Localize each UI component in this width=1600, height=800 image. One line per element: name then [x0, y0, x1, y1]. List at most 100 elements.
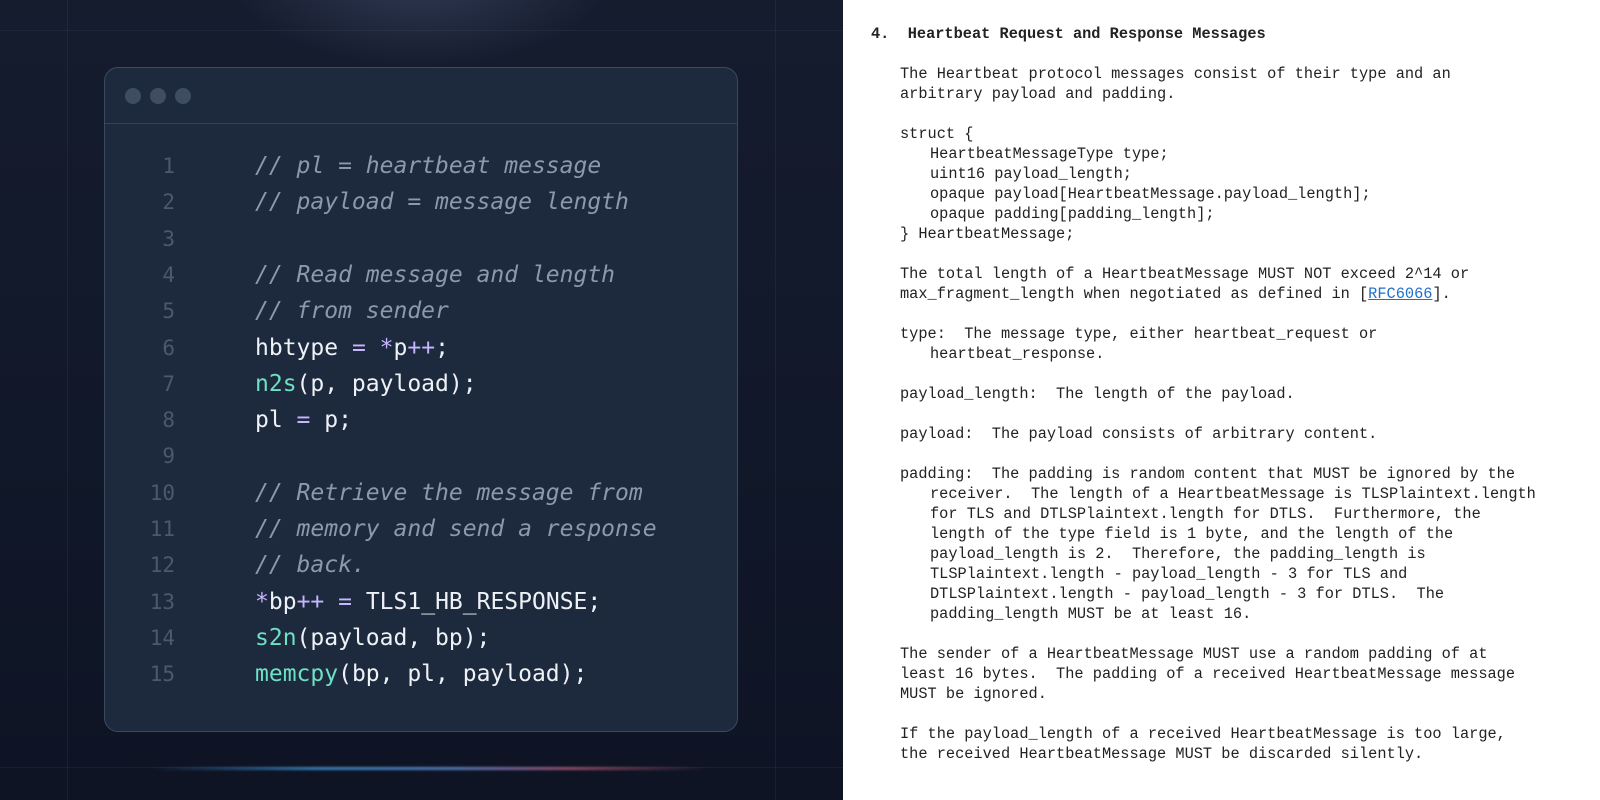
code-panel: 1 // pl = heartbeat message 2 // payload = … [0, 0, 843, 800]
code-line: 14 s2n(payload, bp); [105, 620, 735, 656]
line-number: 10 [149, 480, 175, 505]
code-line: 12 // back. [105, 547, 735, 583]
code-line: 8 pl = p; [105, 402, 735, 438]
code-line: 1 // pl = heartbeat message [105, 148, 735, 184]
doc-text: If the payload_length of a received Hear… [900, 725, 1506, 743]
code-token-op: = [296, 407, 311, 434]
doc-text: TLSPlaintext.length - payload_length - 3… [930, 565, 1408, 583]
doc-text: The sender of a HeartbeatMessage MUST us… [900, 645, 1488, 663]
doc-text: padding_length MUST be at least 16. [930, 605, 1252, 623]
doc-line: max_fragment_length when negotiated as d… [900, 284, 1451, 304]
doc-line: padding: The padding is random content t… [900, 464, 1515, 484]
code-token-op: ++ [407, 334, 436, 361]
code-text: *bp++ = TLS1_HB_RESPONSE; [255, 584, 601, 620]
code-token-plain: pl [255, 407, 297, 434]
line-number: 14 [149, 625, 175, 650]
code-token-comment: // Retrieve the message from [255, 479, 643, 506]
doc-line: for TLS and DTLSPlaintext.length for DTL… [930, 504, 1481, 524]
code-token-comment: // memory and send a response [255, 516, 657, 542]
doc-text: The total length of a HeartbeatMessage M… [900, 265, 1470, 283]
code-line: 11 // memory and send a response [105, 511, 735, 547]
code-token-op: = [338, 588, 352, 615]
doc-text: length of the type field is 1 byte, and … [930, 525, 1454, 543]
code-token-plain: (payload, bp); [296, 624, 491, 651]
doc-line: payload_length: The length of the payloa… [900, 384, 1295, 404]
doc-text: the received HeartbeatMessage MUST be di… [900, 745, 1424, 763]
code-line: 9 [105, 438, 735, 474]
code-text: // from sender [255, 293, 449, 329]
line-number: 5 [162, 299, 175, 324]
doc-line: The total length of a HeartbeatMessage M… [900, 264, 1469, 284]
doc-text: uint16 payload_length; [930, 165, 1132, 183]
doc-text: least 16 bytes. The padding of a receive… [900, 665, 1516, 683]
line-number: 6 [162, 335, 175, 360]
doc-line: padding_length MUST be at least 16. [930, 604, 1251, 624]
code-line: 10 // Retrieve the message from [105, 475, 735, 511]
code-token-comment: // payload = message length [255, 189, 629, 216]
code-token-fn: s2n [255, 624, 297, 651]
doc-text: max_fragment_length when negotiated as d… [900, 285, 1369, 303]
line-number: 15 [149, 662, 175, 687]
code-text: // Retrieve the message from [255, 475, 643, 511]
window-dot-icon [125, 87, 141, 104]
doc-line: least 16 bytes. The padding of a receive… [900, 664, 1515, 684]
doc-line: the received HeartbeatMessage MUST be di… [900, 744, 1423, 764]
code-line: 15 memcpy(bp, pl, payload); [105, 656, 735, 692]
code-text: // memory and send a response [255, 511, 657, 547]
line-number: 12 [149, 553, 175, 578]
code-token-plain: (bp, pl, payload); [338, 661, 588, 688]
doc-line: payload: The payload consists of arbitra… [900, 424, 1377, 444]
doc-text: for TLS and DTLSPlaintext.length for DTL… [930, 505, 1481, 523]
doc-text: The Heartbeat protocol messages consist … [900, 65, 1451, 83]
code-token-comment: // pl = heartbeat message [255, 153, 602, 179]
code-text: memcpy(bp, pl, payload); [255, 656, 587, 692]
code-token-plain: hbtype [255, 334, 352, 361]
code-line: 3 [105, 221, 735, 257]
code-line: 4 // Read message and length [105, 257, 735, 293]
code-token-plain: p; [310, 407, 352, 434]
code-token-plain: TLS1_HB_RESPONSE; [351, 588, 602, 615]
code-line: 5 // from sender [105, 293, 735, 329]
code-token-comment: // from sender [255, 298, 449, 325]
line-number: 13 [149, 589, 175, 614]
doc-line: The sender of a HeartbeatMessage MUST us… [900, 644, 1488, 664]
doc-text: opaque padding[padding_length]; [930, 205, 1215, 223]
doc-line: arbitrary payload and padding. [900, 84, 1175, 104]
code-window: 1 // pl = heartbeat message 2 // payload = … [104, 67, 738, 732]
doc-line: opaque payload[HeartbeatMessage.payload_… [930, 184, 1371, 204]
doc-text: type: The message type, either heartbeat… [900, 325, 1378, 343]
line-number: 3 [162, 226, 175, 251]
line-number: 7 [162, 371, 175, 396]
line-number: 11 [149, 517, 175, 541]
guide-line [0, 30, 843, 31]
code-token-plain: p [393, 334, 408, 361]
code-text: // pl = heartbeat message [255, 148, 601, 184]
doc-line: heartbeat_response. [930, 344, 1104, 364]
rfc6066-link[interactable]: RFC6066 [1368, 285, 1432, 303]
doc-text: heartbeat_response. [930, 345, 1105, 363]
code-token-plain: bp [268, 588, 297, 615]
code-text: // back. [255, 547, 366, 583]
line-number: 4 [162, 262, 175, 287]
doc-line: receiver. The length of a HeartbeatMessa… [930, 484, 1536, 504]
doc-text: arbitrary payload and padding. [900, 85, 1176, 103]
doc-text: MUST be ignored. [900, 685, 1047, 703]
doc-text: } HeartbeatMessage; [900, 225, 1075, 243]
code-line: 6 hbtype = *p++; [105, 330, 735, 366]
code-text: s2n(payload, bp); [255, 620, 490, 656]
line-number: 9 [162, 444, 175, 469]
doc-text: ]. [1432, 285, 1451, 303]
doc-text: DTLSPlaintext.length - payload_length - … [930, 585, 1445, 603]
window-dot-icon [175, 87, 191, 104]
code-line: 13 *bp++ = TLS1_HB_RESPONSE; [105, 584, 735, 620]
window-dot-icon [150, 87, 166, 104]
doc-text: opaque payload[HeartbeatMessage.payload_… [930, 185, 1371, 203]
code-token-op: * [255, 588, 269, 615]
doc-line: type: The message type, either heartbeat… [900, 324, 1377, 344]
guide-line [775, 0, 776, 800]
window-titlebar [105, 68, 737, 124]
doc-text: struct { [900, 125, 974, 143]
doc-text: payload_length is 2. Therefore, the padd… [930, 545, 1426, 563]
line-number: 8 [162, 408, 175, 433]
